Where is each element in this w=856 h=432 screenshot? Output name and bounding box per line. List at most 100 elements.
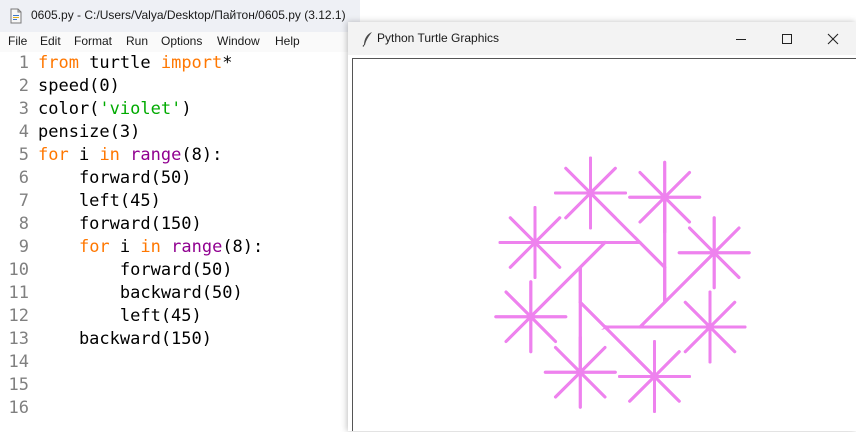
turtle-stroke — [529, 315, 557, 343]
turtle-stroke — [533, 216, 562, 244]
code-token: in — [140, 237, 161, 257]
turtle-stroke — [653, 350, 681, 378]
line-number: 15 — [8, 375, 29, 395]
turtle-stroke — [578, 370, 607, 399]
turtle-stroke — [708, 300, 737, 329]
turtle-canvas[interactable] — [352, 58, 856, 431]
line-number: 7 — [18, 191, 29, 211]
turtle-stroke — [554, 346, 582, 374]
code-token: from — [38, 53, 79, 73]
turtle-stroke — [589, 166, 617, 195]
line-number-gutter: 1 2 3 4 5 6 7 8 9 10 11 12 13 14 15 16 — [0, 52, 32, 431]
code-text-area[interactable]: from turtle import* speed(0) color('violet… — [38, 52, 360, 431]
line-number: 10 — [8, 260, 29, 280]
menu-run[interactable]: Run — [126, 34, 148, 48]
turtle-stroke — [712, 226, 741, 255]
turtle-drawing — [494, 156, 751, 413]
code-token: backward(150) — [38, 329, 212, 349]
code-token: backward(50) — [38, 283, 243, 303]
turtle-stroke — [554, 370, 582, 399]
code-token: pensize(3) — [38, 122, 141, 142]
editor-title: 0605.py - C:/Users/Valya/Desktop/Пайтон/… — [31, 8, 346, 22]
turtle-stroke — [508, 241, 537, 269]
idle-editor-window: 0605.py - C:/Users/Valya/Desktop/Пайтон/… — [0, 0, 360, 431]
menu-help[interactable]: Help — [275, 34, 300, 48]
turtle-stroke — [653, 375, 681, 403]
menu-options[interactable]: Options — [161, 34, 202, 48]
turtle-stroke — [638, 171, 667, 199]
code-line: for i in range(8): — [38, 236, 263, 259]
code-token: for — [78, 237, 110, 257]
code-line: pensize(3) — [38, 121, 140, 144]
code-line: color('violet') — [38, 98, 192, 121]
turtle-stroke — [688, 226, 716, 255]
code-token: forward(50) — [38, 260, 233, 280]
line-number: 4 — [18, 122, 29, 142]
close-button[interactable] — [810, 22, 856, 55]
code-token: i — [68, 145, 100, 165]
code-token: for — [38, 145, 69, 165]
code-line: forward(50) — [38, 167, 192, 190]
turtle-stroke — [663, 171, 691, 199]
line-number: 13 — [8, 329, 29, 349]
turtle-stroke — [628, 375, 656, 403]
maximize-button[interactable] — [764, 22, 810, 55]
maximize-icon — [782, 33, 792, 44]
code-line: for i in range(8): — [38, 144, 222, 167]
code-line: from turtle import* — [38, 52, 233, 75]
menu-file[interactable]: File — [8, 34, 27, 48]
code-token: forward(150) — [38, 214, 202, 234]
turtle-stroke — [504, 315, 533, 343]
line-number: 1 — [18, 53, 29, 73]
line-number: 16 — [8, 398, 29, 418]
line-number: 2 — [18, 76, 29, 96]
turtle-stroke — [638, 300, 667, 329]
code-token: forward(50) — [38, 168, 192, 188]
code-line: backward(150) — [38, 328, 212, 351]
code-token: speed(0) — [38, 76, 120, 96]
turtle-stroke — [683, 300, 712, 329]
editor-title-bar[interactable]: 0605.py - C:/Users/Valya/Desktop/Пайтон/… — [0, 0, 360, 32]
code-token: ) — [181, 99, 192, 119]
turtle-stroke — [663, 195, 691, 224]
file-icon — [10, 8, 22, 24]
turtle-stroke — [712, 251, 741, 279]
code-token: left(45) — [38, 306, 202, 326]
menu-edit[interactable]: Edit — [40, 34, 61, 48]
line-number: 6 — [18, 168, 29, 188]
editor-menu-bar: File Edit Format Run Options Window Help — [0, 32, 360, 52]
turtle-stroke — [578, 346, 607, 374]
turtle-stroke — [564, 166, 592, 195]
code-line: forward(50) — [38, 259, 233, 282]
menu-window[interactable]: Window — [217, 34, 260, 48]
turtle-stroke — [533, 241, 562, 269]
code-token: import — [160, 53, 223, 73]
turtle-title-bar[interactable]: Python Turtle Graphics — [348, 22, 856, 55]
minimize-button[interactable] — [718, 22, 764, 55]
line-number: 3 — [18, 99, 29, 119]
turtle-stroke — [708, 325, 737, 354]
code-line: left(45) — [38, 305, 202, 328]
turtle-stroke — [504, 290, 533, 319]
minimize-icon — [736, 38, 746, 40]
menu-format[interactable]: Format — [74, 34, 112, 48]
code-token: color( — [38, 99, 100, 119]
turtle-stroke — [578, 300, 607, 329]
code-token: in — [99, 145, 120, 165]
line-number: 9 — [18, 237, 29, 257]
editor-body: 1 2 3 4 5 6 7 8 9 10 11 12 13 14 15 16 from turtle impo… — [0, 52, 360, 431]
line-number: 12 — [8, 306, 29, 326]
code-token: turtle — [78, 53, 161, 73]
turtle-stroke — [638, 195, 667, 224]
turtle-stroke — [683, 325, 712, 354]
turtle-stroke — [564, 191, 592, 220]
code-token: * — [222, 53, 233, 73]
line-number: 11 — [8, 283, 29, 303]
turtle-stroke — [578, 241, 607, 269]
code-token: 'violet' — [99, 99, 182, 119]
code-line: left(45) — [38, 190, 161, 213]
code-token: (8): — [181, 145, 223, 165]
turtle-stroke — [508, 216, 537, 244]
